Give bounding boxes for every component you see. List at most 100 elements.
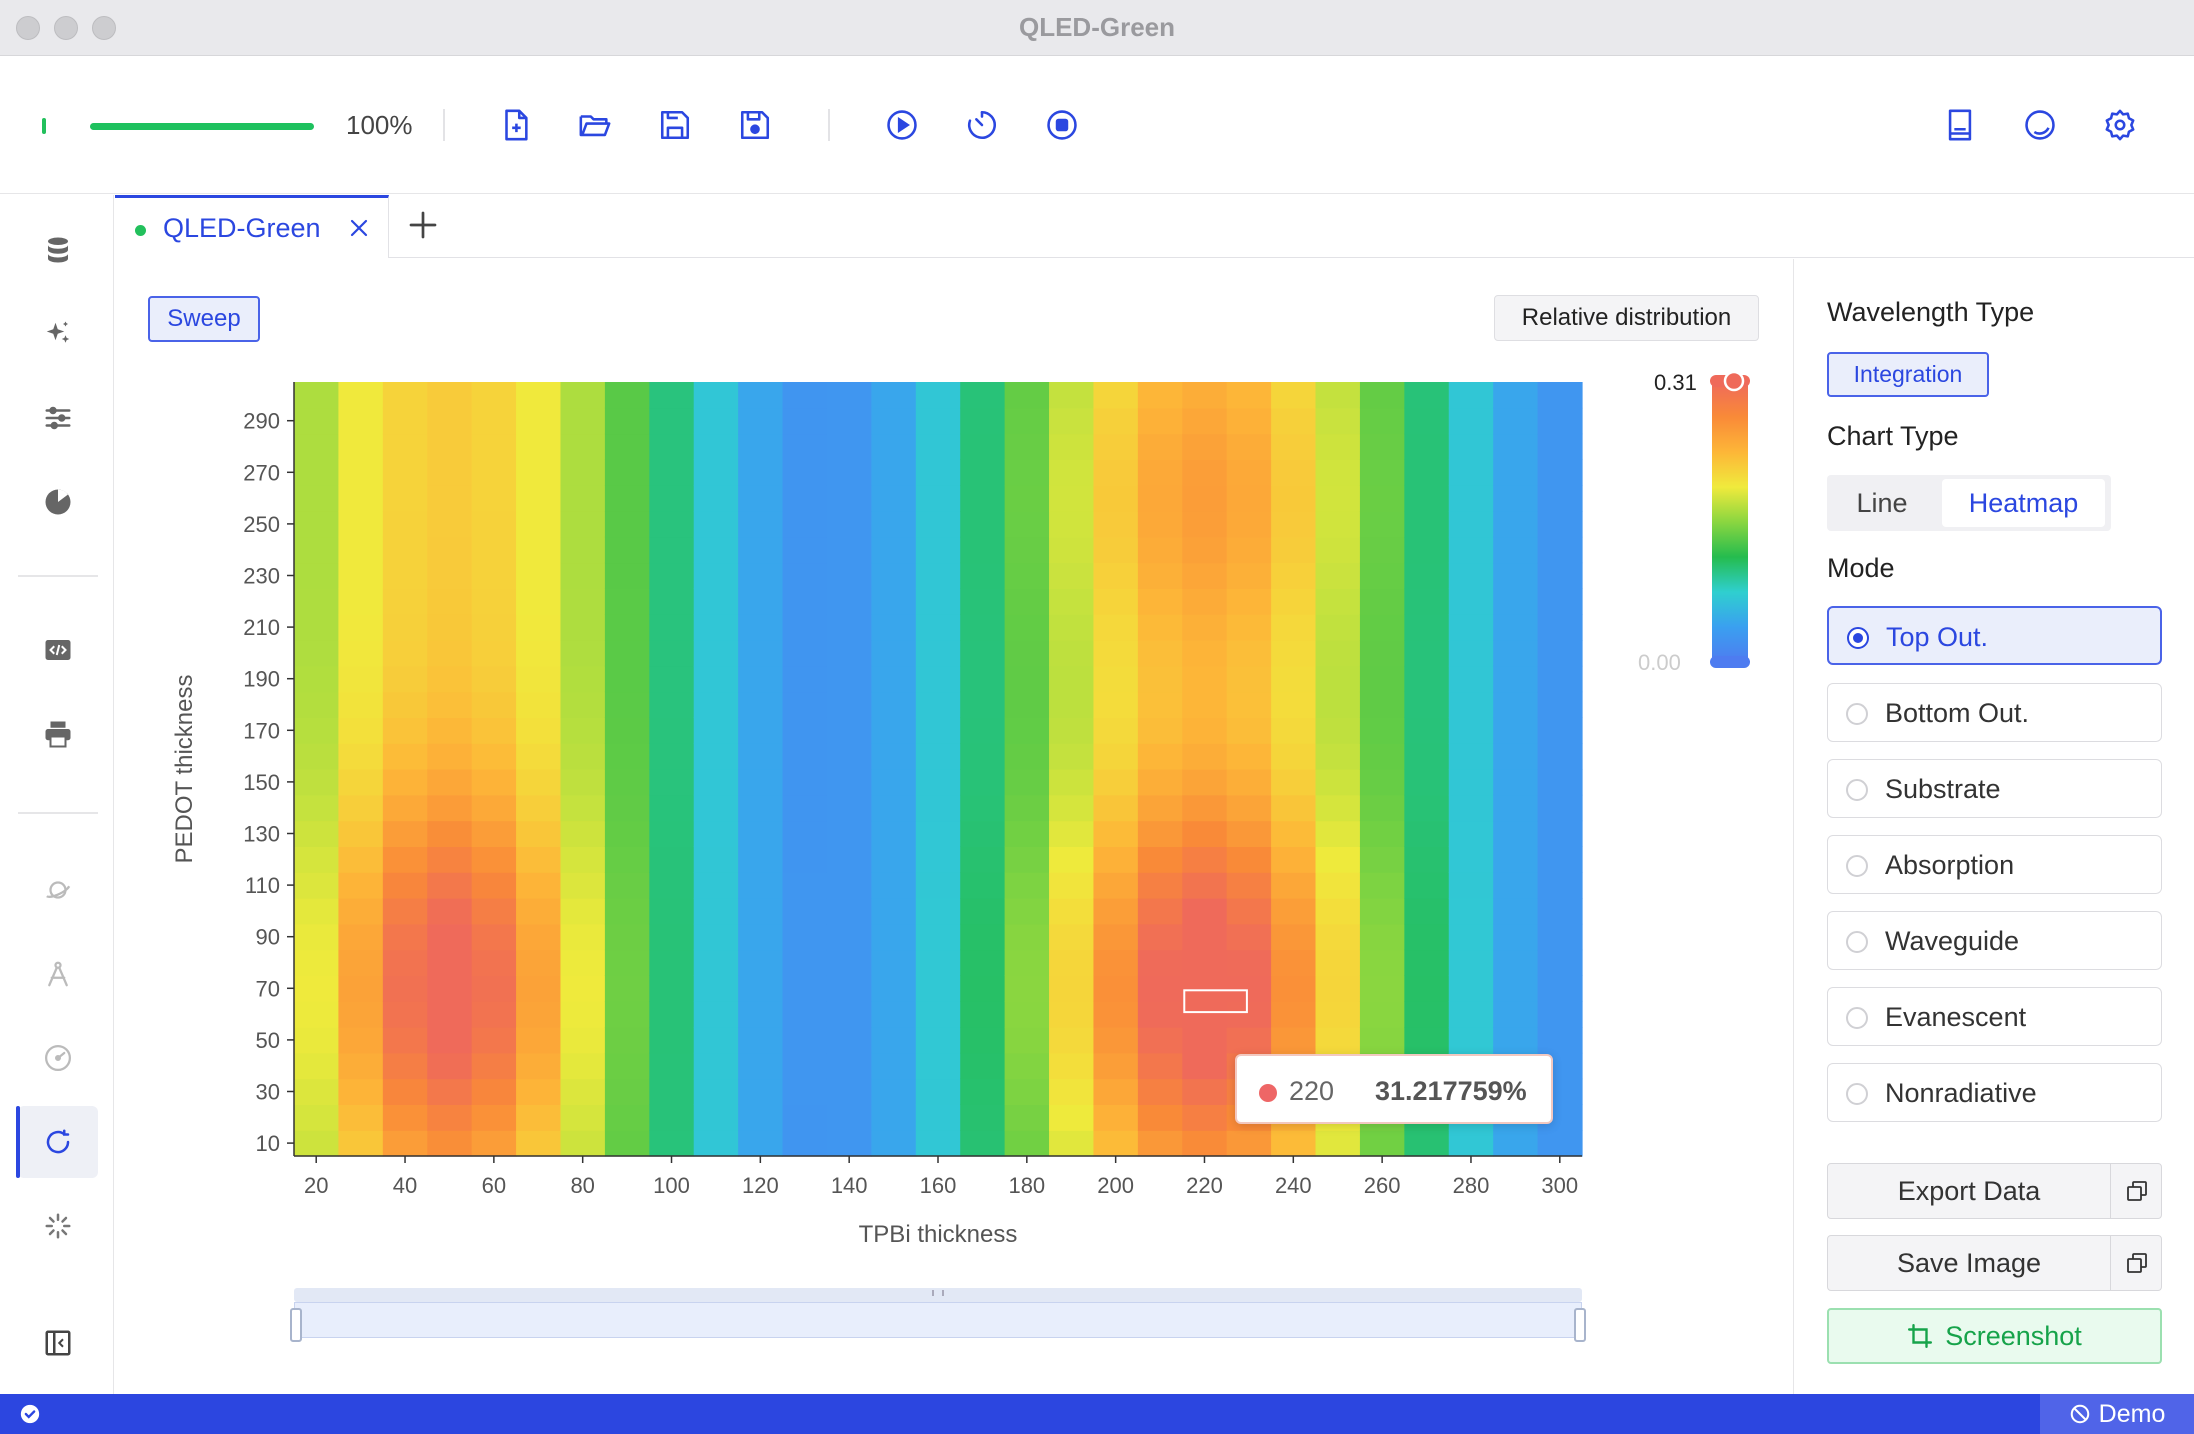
heatmap-cell: [294, 588, 340, 615]
heatmap-cell: [1493, 536, 1539, 564]
heatmap-cell: [1093, 665, 1139, 693]
visual-map-bar: [1712, 382, 1748, 662]
y-tick-label: 90: [256, 925, 280, 950]
heatmap-cell: [1004, 1001, 1050, 1028]
heatmap-cell: [1493, 691, 1539, 718]
data-zoom-grip[interactable]: [932, 1290, 944, 1296]
x-tick-label: 160: [920, 1173, 957, 1198]
heatmap-cell: [1315, 717, 1361, 744]
docs-button[interactable]: [1938, 103, 1982, 147]
heatmap-cell: [471, 562, 517, 589]
data-zoom-window[interactable]: [294, 1302, 1582, 1338]
demo-label: Demo: [2098, 1399, 2166, 1428]
tooltip-x-value: 220: [1289, 1076, 1335, 1106]
heatmap-cell: [1359, 407, 1405, 435]
heatmap-cell: [738, 820, 784, 847]
heatmap-cell: [738, 382, 784, 409]
mode-substrate[interactable]: Substrate: [1827, 759, 2162, 818]
heatmap-cell: [1093, 1052, 1139, 1080]
data-zoom-slider[interactable]: [290, 1288, 1586, 1350]
mode-top-out[interactable]: Top Out.: [1827, 606, 2162, 665]
heatmap-cell: [560, 949, 606, 976]
chart-type-line[interactable]: Line: [1827, 475, 1937, 531]
mode-evanescent[interactable]: Evanescent: [1827, 987, 2162, 1046]
heatmap-cell: [604, 433, 650, 460]
save-image-copy-button[interactable]: [2110, 1236, 2162, 1290]
heatmap-cell: [1004, 691, 1050, 718]
heatmap-cell: [1004, 717, 1050, 744]
heatmap-cell: [1493, 872, 1539, 899]
visual-map-bottom-handle[interactable]: [1710, 656, 1750, 668]
data-zoom-right-handle[interactable]: [1574, 1308, 1586, 1342]
heatmap-cell: [1271, 846, 1317, 873]
heatmap-cell: [1448, 640, 1494, 667]
heatmap-cell: [1448, 485, 1494, 512]
mode-waveguide[interactable]: Waveguide: [1827, 911, 2162, 970]
heatmap-cell: [1137, 588, 1183, 615]
heatmap-cell: [1182, 640, 1228, 667]
heatmap-cell: [427, 923, 473, 951]
screenshot-button[interactable]: Screenshot: [1827, 1308, 2162, 1364]
heatmap-cell: [471, 898, 517, 925]
heatmap-cell: [1182, 433, 1228, 460]
y-tick-label: 250: [243, 512, 280, 537]
heatmap-cell: [1271, 898, 1317, 925]
heatmap-cell: [1226, 1027, 1272, 1054]
demo-badge[interactable]: Demo: [2040, 1394, 2194, 1434]
export-copy-button[interactable]: [2110, 1164, 2162, 1218]
heatmap-cell: [1137, 459, 1183, 486]
heatmap-cell: [649, 485, 695, 512]
mode-nonradiative[interactable]: Nonradiative: [1827, 1063, 2162, 1122]
heatmap-cell: [1226, 640, 1272, 667]
heatmap-cell: [1448, 588, 1494, 615]
heatmap-cell: [427, 691, 473, 718]
integration-button[interactable]: Integration: [1827, 352, 1989, 397]
heatmap-cell: [516, 743, 562, 770]
heatmap-cell: [382, 562, 428, 589]
theme-button[interactable]: [2018, 103, 2062, 147]
heatmap-cell: [1448, 562, 1494, 589]
heatmap-cell: [1493, 485, 1539, 512]
heatmap-cell: [1315, 536, 1361, 564]
heatmap-cell: [1404, 1001, 1450, 1028]
heatmap-cell: [1093, 1104, 1139, 1131]
heatmap-cell: [1226, 614, 1272, 641]
data-zoom-left-handle[interactable]: [290, 1308, 302, 1342]
mode-bottom-out[interactable]: Bottom Out.: [1827, 683, 2162, 742]
visual-map-top-handle[interactable]: [1723, 370, 1745, 392]
heatmap-cell: [649, 1078, 695, 1105]
heatmap-cell: [338, 872, 384, 899]
heatmap-cell: [915, 1001, 961, 1028]
chart-type-heatmap[interactable]: Heatmap: [1942, 479, 2105, 527]
heatmap-cell: [604, 743, 650, 770]
heatmap-cell: [782, 923, 828, 951]
heatmap-cell: [1315, 407, 1361, 435]
x-tick-label: 260: [1364, 1173, 1401, 1198]
heatmap-cell: [871, 923, 917, 951]
heatmap-cell: [1359, 975, 1405, 1002]
heatmap-cell: [294, 485, 340, 512]
heatmap-cells[interactable]: [294, 382, 1583, 1157]
heatmap-cell: [1448, 691, 1494, 718]
heatmap-cell: [693, 1027, 739, 1054]
heatmap-cell: [1359, 665, 1405, 693]
visual-map[interactable]: 0.31 0.00: [1638, 370, 1750, 675]
heatmap-cell: [1537, 898, 1583, 925]
heatmap-cell: [1093, 923, 1139, 951]
settings-button[interactable]: [2098, 103, 2142, 147]
heatmap-cell: [1137, 511, 1183, 538]
export-data-button[interactable]: Export Data: [1828, 1164, 2110, 1218]
heatmap-cell: [338, 614, 384, 641]
heatmap-cell: [1182, 1001, 1228, 1028]
heatmap-cell: [604, 562, 650, 589]
save-image-button[interactable]: Save Image: [1828, 1236, 2110, 1290]
heatmap-cell: [1537, 949, 1583, 976]
heatmap-cell: [649, 949, 695, 976]
heatmap-cell: [871, 743, 917, 770]
mode-absorption[interactable]: Absorption: [1827, 835, 2162, 894]
heatmap-cell: [471, 1027, 517, 1054]
heatmap-cell: [560, 665, 606, 693]
heatmap-cell: [1359, 1027, 1405, 1054]
heatmap-cell: [693, 717, 739, 744]
heatmap-cell: [738, 691, 784, 718]
